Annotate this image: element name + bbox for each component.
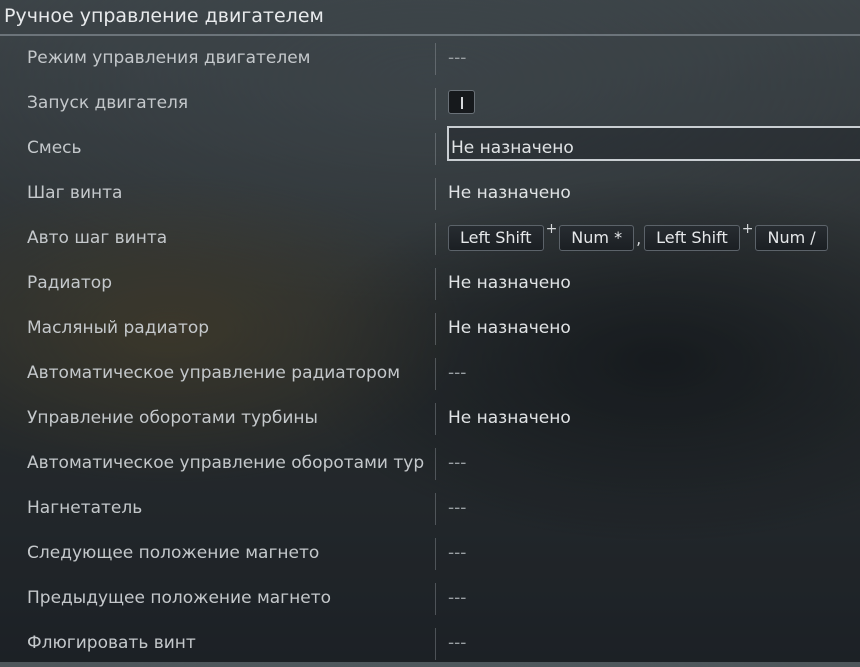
- control-row-oil-radiator[interactable]: Масляный радиатор Не назначено: [0, 307, 860, 352]
- binding-value[interactable]: ---: [448, 498, 466, 518]
- column-divider: [435, 133, 436, 165]
- keycap[interactable]: Num *: [559, 225, 635, 251]
- binding-value[interactable]: Не назначено: [448, 183, 571, 203]
- keycap[interactable]: Num /: [755, 225, 828, 251]
- control-row-engine-start[interactable]: Запуск двигателя: [0, 82, 860, 127]
- column-divider: [435, 88, 436, 120]
- row-label: Шаг винта: [27, 183, 123, 203]
- column-divider: [435, 178, 436, 210]
- key-bar-icon[interactable]: [448, 90, 475, 114]
- column-divider: [435, 403, 436, 435]
- binding-value[interactable]: Не назначено: [448, 273, 571, 293]
- control-row-auto-prop-pitch[interactable]: Авто шаг винта Left Shift + Num *, Left Shi…: [0, 217, 860, 262]
- keycap[interactable]: Left Shift: [448, 225, 544, 251]
- comma-separator: ,: [636, 228, 642, 248]
- control-row-feather-prop[interactable]: Флюгировать винт ---: [0, 622, 860, 667]
- row-label: Автоматическое управление оборотами турб…: [27, 453, 425, 473]
- section-title: Ручное управление двигателем: [4, 5, 324, 27]
- control-row-supercharger[interactable]: Нагнетатель ---: [0, 487, 860, 532]
- column-divider: [435, 223, 436, 255]
- binding-value[interactable]: ---: [448, 48, 466, 68]
- binding-value[interactable]: ---: [448, 453, 466, 473]
- column-divider: [435, 493, 436, 525]
- binding-value[interactable]: ---: [448, 633, 466, 653]
- row-label: Автоматическое управление радиатором: [27, 363, 401, 383]
- control-row-turbo-rpm[interactable]: Управление оборотами турбины Не назначен…: [0, 397, 860, 442]
- row-label: Нагнетатель: [27, 498, 143, 518]
- control-row-mixture[interactable]: Смесь Не назначено: [0, 126, 860, 172]
- row-label: Режим управления двигателем: [27, 48, 311, 68]
- control-row-auto-turbo-rpm[interactable]: Автоматическое управление оборотами турб…: [0, 442, 860, 487]
- column-divider: [435, 538, 436, 570]
- control-row-next-magneto[interactable]: Следующее положение магнето ---: [0, 532, 860, 577]
- plus-separator: +: [741, 221, 754, 237]
- column-divider: [435, 583, 436, 615]
- key-combo-list[interactable]: Left Shift + Num *, Left Shift + Num /: [448, 221, 828, 251]
- column-divider: [435, 313, 436, 345]
- binding-value[interactable]: ---: [448, 588, 466, 608]
- row-label: Смесь: [27, 138, 82, 158]
- control-row-radiator[interactable]: Радиатор Не назначено: [0, 262, 860, 307]
- column-divider: [435, 268, 436, 300]
- binding-value[interactable]: Не назначено: [448, 408, 571, 428]
- column-divider: [435, 628, 436, 660]
- binding-value-selected[interactable]: Не назначено: [447, 126, 860, 161]
- binding-value[interactable]: Не назначено: [448, 318, 571, 338]
- row-label: Следующее положение магнето: [27, 543, 320, 563]
- control-row-prop-pitch[interactable]: Шаг винта Не назначено: [0, 172, 860, 217]
- control-row-engine-mode[interactable]: Режим управления двигателем ---: [0, 37, 860, 82]
- row-label: Авто шаг винта: [27, 228, 168, 248]
- keycap[interactable]: Left Shift: [644, 225, 740, 251]
- binding-value[interactable]: ---: [448, 543, 466, 563]
- row-label: Предыдущее положение магнето: [27, 588, 331, 608]
- row-label: Запуск двигателя: [27, 93, 189, 113]
- column-divider: [435, 448, 436, 480]
- control-row-auto-radiator[interactable]: Автоматическое управление радиатором ---: [0, 352, 860, 397]
- binding-value[interactable]: ---: [448, 363, 466, 383]
- control-row-prev-magneto[interactable]: Предыдущее положение магнето ---: [0, 577, 860, 622]
- row-label: Флюгировать винт: [27, 633, 196, 653]
- row-label: Управление оборотами турбины: [27, 408, 318, 428]
- plus-separator: +: [545, 221, 558, 237]
- row-label: Радиатор: [27, 273, 112, 293]
- row-label: Масляный радиатор: [27, 318, 210, 338]
- column-divider: [435, 358, 436, 390]
- controls-list: Режим управления двигателем --- Запуск д…: [0, 37, 860, 667]
- section-header: Ручное управление двигателем: [0, 0, 860, 36]
- column-divider: [435, 43, 436, 75]
